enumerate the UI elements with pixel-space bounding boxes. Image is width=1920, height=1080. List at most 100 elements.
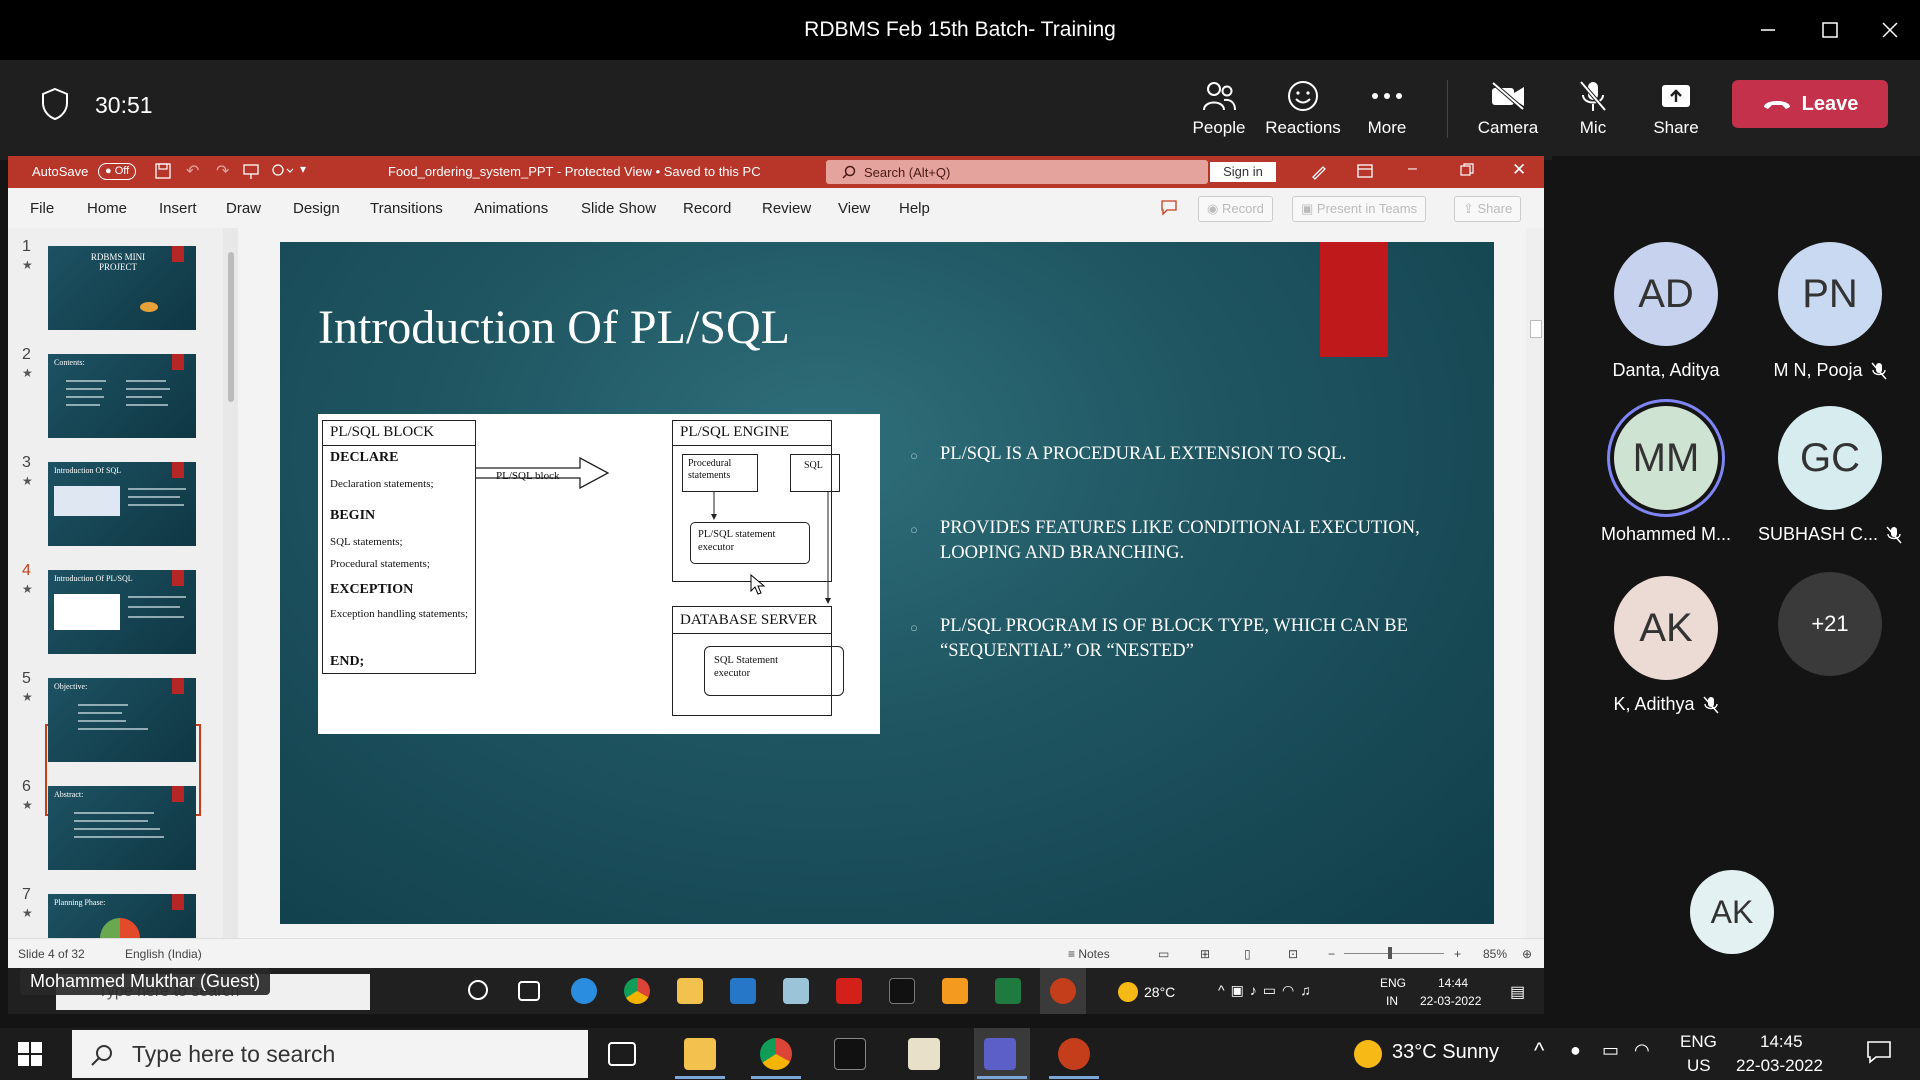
zoom-slider-thumb[interactable]: [1388, 947, 1392, 959]
present-in-teams-button[interactable]: ▣ Present in Teams: [1292, 196, 1427, 222]
powerpoint-icon[interactable]: [1058, 1038, 1090, 1070]
slide-sorter-icon[interactable]: ⊞: [1200, 947, 1210, 961]
slide-scrollbar[interactable]: [1526, 228, 1544, 938]
thumbnails-scroll-thumb[interactable]: [228, 252, 234, 402]
participant-tile[interactable]: MM Mohammed M...: [1586, 406, 1746, 545]
zoom-slider[interactable]: [1344, 953, 1444, 954]
participant-tile[interactable]: AK K, Adithya: [1586, 576, 1746, 715]
zoom-level[interactable]: 85%: [1483, 947, 1507, 961]
slide-thumbnail-7[interactable]: Planning Phase:: [48, 894, 196, 938]
sign-in-button[interactable]: Sign in: [1210, 162, 1276, 182]
slideshow-icon[interactable]: ⊡: [1288, 947, 1298, 961]
present-icon[interactable]: [242, 162, 260, 183]
pen-icon[interactable]: [1310, 162, 1328, 183]
ppt-minimize-icon[interactable]: –: [1408, 160, 1417, 178]
more-participants-tile[interactable]: +21: [1750, 572, 1910, 676]
menu-review[interactable]: Review: [762, 200, 811, 217]
ribbon-display-icon[interactable]: [1356, 162, 1374, 183]
menu-file[interactable]: File: [30, 200, 54, 217]
keyboard-lang1[interactable]: ENG: [1680, 1032, 1717, 1052]
autosave-toggle[interactable]: ● Off: [98, 163, 137, 180]
ppt-share-button[interactable]: ⇪ Share: [1454, 196, 1522, 222]
keyboard-lang2[interactable]: US: [1687, 1056, 1711, 1076]
thumb-title: Abstract:: [54, 790, 84, 799]
reactions-button[interactable]: Reactions: [1263, 76, 1343, 138]
windows-start-icon[interactable]: [18, 1042, 42, 1066]
undo-icon[interactable]: ↶: [186, 161, 199, 181]
people-button[interactable]: People: [1179, 76, 1259, 138]
touch-mode-icon[interactable]: [270, 162, 294, 183]
zoom-out-icon[interactable]: −: [1328, 947, 1335, 961]
slide-scroll-thumb[interactable]: [1530, 320, 1542, 338]
redo-icon[interactable]: ↷: [216, 161, 229, 181]
more-label: More: [1367, 118, 1407, 137]
ppt-close-icon[interactable]: ✕: [1512, 160, 1526, 180]
participant-tile[interactable]: GC SUBHASH C...: [1750, 406, 1910, 545]
file-explorer-icon: [677, 978, 703, 1004]
weather-sun-icon: [1354, 1040, 1382, 1068]
ppt-search-input[interactable]: Search (Alt+Q): [826, 160, 1208, 184]
people-label: People: [1192, 118, 1246, 137]
clock-date[interactable]: 22-03-2022: [1736, 1056, 1823, 1076]
tray-chevron-icon[interactable]: ^: [1534, 1038, 1544, 1064]
notepad-icon[interactable]: [908, 1038, 940, 1070]
taskbar-search-input[interactable]: Type here to search: [72, 1030, 588, 1078]
share-button[interactable]: Share: [1636, 76, 1716, 138]
menu-insert[interactable]: Insert: [159, 200, 197, 217]
close-icon[interactable]: [1872, 12, 1908, 48]
clock-time[interactable]: 14:45: [1760, 1032, 1803, 1052]
comments-icon[interactable]: [1160, 198, 1178, 220]
thumb-pie-image: [100, 918, 140, 938]
teams-icon[interactable]: [984, 1038, 1016, 1070]
fit-slide-icon[interactable]: ⊕: [1522, 947, 1532, 961]
menu-transitions[interactable]: Transitions: [370, 200, 443, 217]
menu-view[interactable]: View: [838, 200, 870, 217]
slide-thumbnail-1[interactable]: RDBMS MINI PROJECT: [48, 246, 196, 330]
more-button[interactable]: More: [1347, 76, 1427, 138]
ppt-restore-icon[interactable]: [1460, 163, 1474, 180]
wifi-icon[interactable]: ◠: [1634, 1040, 1650, 1061]
participant-tile[interactable]: PN M N, Pooja: [1750, 242, 1910, 381]
thumb-number: 1: [22, 238, 31, 255]
normal-view-icon[interactable]: ▭: [1158, 947, 1169, 961]
notes-button[interactable]: ≡ Notes: [1068, 947, 1110, 961]
slide-thumbnail-2[interactable]: Contents:: [48, 354, 196, 438]
menu-design[interactable]: Design: [293, 200, 340, 217]
menu-slide-show[interactable]: Slide Show: [581, 200, 656, 217]
minimize-icon[interactable]: [1750, 12, 1786, 48]
weather-text[interactable]: 33°C Sunny: [1392, 1041, 1499, 1064]
action-center-icon[interactable]: [1866, 1040, 1892, 1070]
menu-draw[interactable]: Draw: [226, 200, 261, 217]
maximize-icon[interactable]: [1812, 12, 1848, 48]
terminal-icon[interactable]: [834, 1038, 866, 1070]
self-avatar: AK: [1690, 870, 1774, 954]
menu-help[interactable]: Help: [899, 200, 930, 217]
menu-home[interactable]: Home: [87, 200, 127, 217]
chrome-icon[interactable]: [760, 1038, 792, 1070]
menu-animations[interactable]: Animations: [474, 200, 548, 217]
record-button[interactable]: ◉ Record: [1198, 196, 1273, 222]
slide-thumbnail-4[interactable]: Introduction Of PL/SQL: [48, 570, 196, 654]
mic-tray-icon[interactable]: ●: [1570, 1040, 1581, 1061]
zoom-in-icon[interactable]: +: [1454, 947, 1461, 961]
language-status[interactable]: English (India): [125, 947, 202, 961]
reading-view-icon[interactable]: ▯: [1244, 947, 1251, 961]
save-icon[interactable]: [154, 162, 172, 183]
thumb-text-line: [66, 404, 100, 406]
camera-button[interactable]: Camera: [1468, 76, 1548, 138]
participant-tile[interactable]: AD Danta, Aditya: [1586, 242, 1746, 381]
slide-thumbnail-6[interactable]: Abstract:: [48, 786, 196, 870]
file-explorer-icon[interactable]: [684, 1038, 716, 1070]
customize-toolbar-icon[interactable]: ▾: [300, 162, 306, 176]
leave-button[interactable]: Leave: [1732, 80, 1888, 128]
overflow-avatar: +21: [1778, 572, 1882, 676]
slide-thumbnail-5[interactable]: Objective:: [48, 678, 196, 762]
toolbar-divider: [1447, 80, 1448, 138]
menu-record[interactable]: Record: [683, 200, 731, 217]
thumb-text-line: [128, 616, 184, 618]
battery-icon[interactable]: ▭: [1602, 1040, 1619, 1061]
mic-button[interactable]: Mic: [1553, 76, 1633, 138]
task-view-icon[interactable]: [608, 1042, 636, 1066]
slide-thumbnail-3[interactable]: Introduction Of SQL: [48, 462, 196, 546]
thumb-text-line: [128, 488, 186, 490]
